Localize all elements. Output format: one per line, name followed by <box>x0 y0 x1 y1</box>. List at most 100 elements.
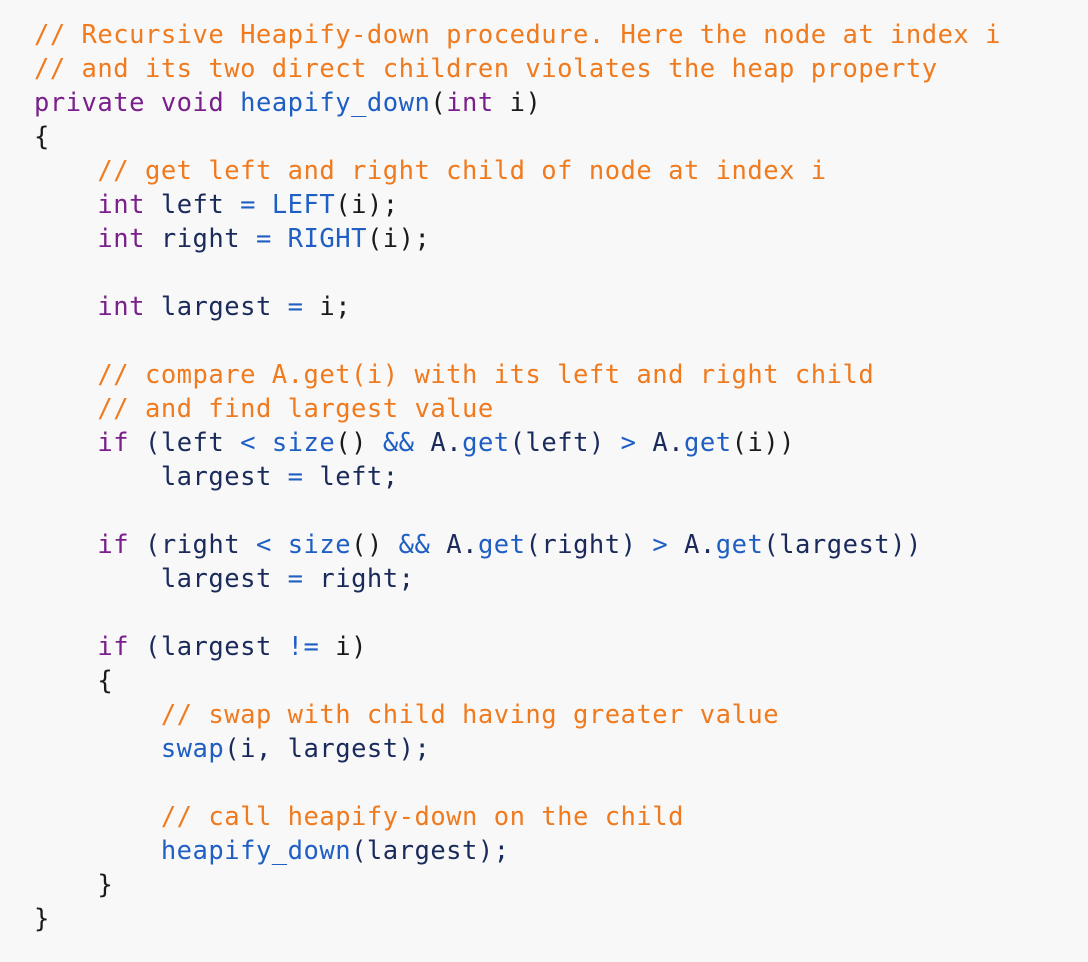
code-line: private void heapify_down(int i) <box>34 86 1088 120</box>
code-token-ident: largest <box>160 564 288 594</box>
code-token-op: && <box>382 428 415 458</box>
code-token-ident: (largest <box>129 632 288 662</box>
code-line: // call heapify-down on the child <box>34 800 1088 834</box>
code-token-func: size <box>271 428 336 458</box>
code-token-op: = <box>287 564 304 594</box>
code-token-ident: largest <box>144 292 288 322</box>
code-token-op: = <box>240 190 256 220</box>
code-token-plain: (i); <box>335 190 399 220</box>
code-line: // and its two direct children violates … <box>34 52 1088 86</box>
code-line: int left = LEFT(i); <box>34 188 1088 222</box>
code-token-ident: (left) <box>509 428 621 458</box>
code-token-func: get <box>462 428 510 458</box>
code-token-ident: right; <box>303 564 415 594</box>
code-token-comment: // get left and right child of node at i… <box>97 156 827 186</box>
code-token-comment: // and find largest value <box>97 394 494 424</box>
code-token-comment: // compare A.get(i) with its left and ri… <box>97 360 875 390</box>
code-line: // Recursive Heapify-down procedure. Her… <box>34 18 1088 52</box>
code-line: largest = right; <box>34 562 1088 596</box>
code-line: swap(i, largest); <box>34 732 1088 766</box>
code-token-comment: // Recursive Heapify-down procedure. Her… <box>34 20 1001 50</box>
code-token-plain: i) <box>493 88 542 118</box>
code-token-func: size <box>287 530 352 560</box>
code-line: } <box>34 868 1088 902</box>
code-line: // and find largest value <box>34 392 1088 426</box>
code-token-ident: A. <box>414 428 463 458</box>
code-line: if (right < size() && A.get(right) > A.g… <box>34 528 1088 562</box>
code-token-func: LEFT <box>271 190 336 220</box>
code-token-op: != <box>287 632 320 662</box>
code-token-plain: () <box>335 428 383 458</box>
code-token-op: < <box>240 428 256 458</box>
code-token-keyword: if <box>97 428 130 458</box>
code-token-func: get <box>684 428 732 458</box>
code-token-ident: (right) <box>525 530 653 560</box>
code-token-ident: (largest)) <box>763 530 922 560</box>
code-token-op: > <box>652 530 669 560</box>
code-token-ident: left; <box>303 462 399 492</box>
code-token-ident: A. <box>430 530 478 560</box>
code-token-comment: // swap with child having greater value <box>160 700 780 730</box>
code-token-op: && <box>398 530 431 560</box>
code-token-comment: // call heapify-down on the child <box>160 802 684 832</box>
code-line: // compare A.get(i) with its left and ri… <box>34 358 1088 392</box>
code-token-ident: (right <box>129 530 256 560</box>
code-token-ident: (largest); <box>351 836 510 866</box>
code-line: { <box>34 664 1088 698</box>
code-line: largest = left; <box>34 460 1088 494</box>
code-token-ident: right <box>144 224 256 254</box>
code-token-op: = <box>287 292 304 322</box>
code-token-plain: { <box>34 666 114 696</box>
code-token-plain: () <box>351 530 399 560</box>
code-token-ident: A. <box>668 530 716 560</box>
code-block: // Recursive Heapify-down procedure. Her… <box>0 0 1088 962</box>
code-line: if (left < size() && A.get(left) > A.get… <box>34 426 1088 460</box>
code-line: if (largest != i) <box>34 630 1088 664</box>
code-token-keyword: int <box>446 88 494 118</box>
code-token-ident: A. <box>636 428 685 458</box>
code-token-keyword: if <box>97 632 130 662</box>
code-token-keyword: int <box>97 224 145 254</box>
code-token-plain: } <box>34 904 50 934</box>
code-token-op: = <box>255 224 272 254</box>
code-line: } <box>34 902 1088 936</box>
code-line: int largest = i; <box>34 290 1088 324</box>
code-token-op: < <box>255 530 272 560</box>
code-token-plain: i; <box>303 292 352 322</box>
code-token-plain: (i)) <box>731 428 796 458</box>
code-token-comment: // and its two direct children violates … <box>34 54 938 84</box>
code-line: // get left and right child of node at i… <box>34 154 1088 188</box>
code-token-keyword: if <box>97 530 130 560</box>
code-token-op: > <box>620 428 637 458</box>
code-token-keyword: void <box>160 88 225 118</box>
code-token-func: swap <box>160 734 225 764</box>
code-line: int right = RIGHT(i); <box>34 222 1088 256</box>
code-token-func: get <box>715 530 764 560</box>
code-line: { <box>34 120 1088 154</box>
code-token-plain: { <box>34 122 50 152</box>
code-token-plain: i) <box>319 632 367 662</box>
code-token-func: heapify_down <box>240 88 431 118</box>
code-token-func: get <box>477 530 526 560</box>
code-token-plain: ( <box>430 88 447 118</box>
code-line: // swap with child having greater value <box>34 698 1088 732</box>
